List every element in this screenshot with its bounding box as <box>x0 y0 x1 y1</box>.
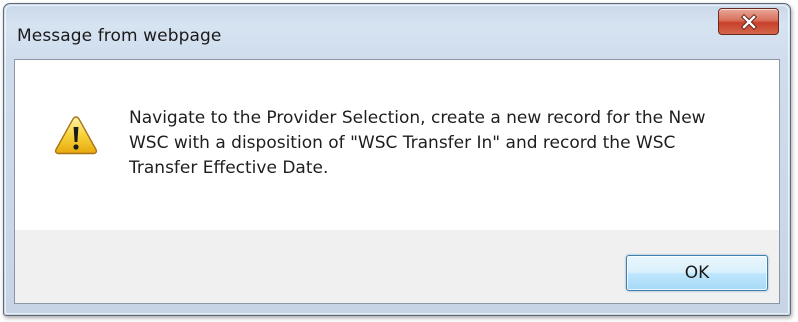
warning-icon <box>54 116 98 155</box>
dialog-content: Navigate to the Provider Selection, crea… <box>14 59 780 304</box>
dialog-titlebar[interactable]: Message from webpage <box>4 4 790 59</box>
dialog-title: Message from webpage <box>17 26 222 46</box>
message-dialog: Message from webpage Navigate to the Pro… <box>3 3 791 316</box>
message-text: Navigate to the Provider Selection, crea… <box>129 106 769 181</box>
message-line: Transfer Effective Date. <box>129 158 329 178</box>
close-icon <box>740 13 757 30</box>
message-area: Navigate to the Provider Selection, crea… <box>15 60 779 230</box>
ok-button[interactable]: OK <box>626 255 768 291</box>
message-line: WSC with a disposition of "WSC Transfer … <box>129 133 676 153</box>
message-line: Navigate to the Provider Selection, crea… <box>129 108 706 128</box>
close-button[interactable] <box>718 8 779 35</box>
